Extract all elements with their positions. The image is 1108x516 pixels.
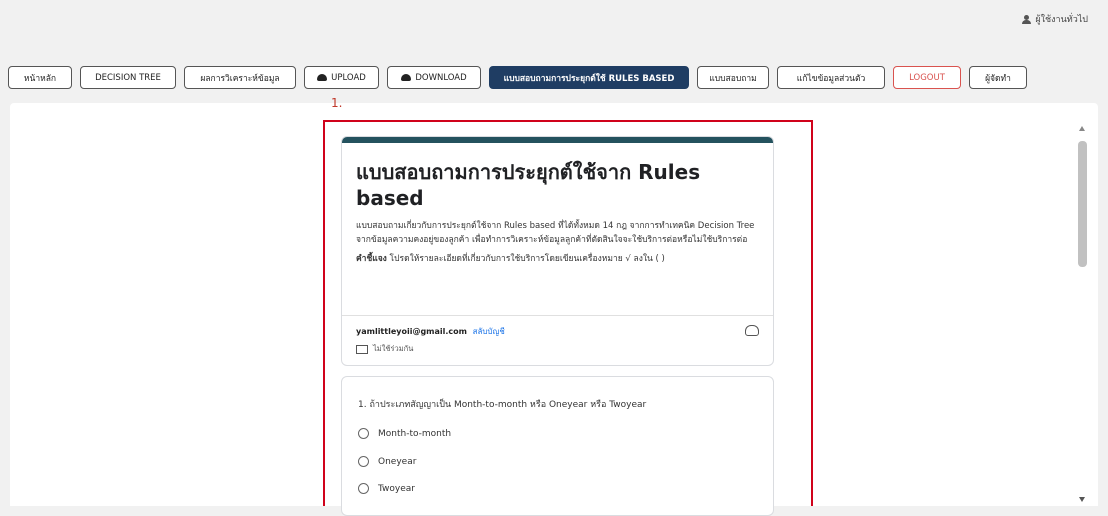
instructions-label: คำชี้แจง xyxy=(356,254,387,264)
user-menu[interactable]: ผู้ใช้งานทั่วไป xyxy=(1022,12,1088,26)
switch-account-link[interactable]: สลับบัญชี xyxy=(473,327,505,336)
option-oneyear[interactable]: Oneyear xyxy=(358,456,416,467)
option-label: Oneyear xyxy=(378,456,417,467)
nav-decision-tree-button[interactable]: DECISION TREE xyxy=(80,66,176,89)
nav-label: หน้าหลัก xyxy=(23,73,57,84)
nav-label: แก้ไขข้อมูลส่วนตัว xyxy=(796,73,866,84)
nav-label: LOGOUT xyxy=(909,72,945,83)
nav-home-button[interactable]: หน้าหลัก xyxy=(8,66,72,89)
form-accent-bar xyxy=(342,137,773,143)
nav-label: DOWNLOAD xyxy=(415,72,467,83)
top-nav: หน้าหลัก DECISION TREE ผลการวิเคราะห์ข้อ… xyxy=(8,66,1027,89)
user-label: ผู้ใช้งานทั่วไป xyxy=(1035,15,1088,25)
nav-analysis-button[interactable]: ผลการวิเคราะห์ข้อมูล xyxy=(184,66,296,89)
nav-download-button[interactable]: DOWNLOAD xyxy=(387,66,481,89)
nav-creators-button[interactable]: ผู้จัดทำ xyxy=(969,66,1027,89)
nav-label: แบบสอบถามการประยุกต์ใช้ RULES BASED xyxy=(503,73,675,84)
nav-rules-survey-button[interactable]: แบบสอบถามการประยุกต์ใช้ RULES BASED xyxy=(489,66,689,89)
question-title: 1. ถ้าประเภทสัญญาเป็น Month-to-month หรื… xyxy=(358,400,647,410)
scroll-down-arrow-icon[interactable] xyxy=(1079,497,1085,502)
option-twoyear[interactable]: Twoyear xyxy=(358,483,415,494)
form-title: แบบสอบถามการประยุกต์ใช้จาก Rules based xyxy=(356,160,701,210)
nav-upload-button[interactable]: UPLOAD xyxy=(304,66,379,89)
cloud-download-icon xyxy=(401,74,412,81)
user-icon xyxy=(1022,14,1032,24)
account-email: yamlittleyoii@gmail.com xyxy=(356,327,468,336)
option-label: Month-to-month xyxy=(378,428,452,439)
scroll-up-arrow-icon[interactable] xyxy=(1079,126,1085,131)
nav-label: DECISION TREE xyxy=(95,72,161,83)
nav-label: UPLOAD xyxy=(331,72,366,83)
option-label: Twoyear xyxy=(378,483,415,494)
not-shared-row: ไม่ใช้ร่วมกัน xyxy=(356,343,413,355)
radio-button[interactable] xyxy=(358,428,369,439)
nav-label: ผู้จัดทำ xyxy=(985,73,1011,84)
nav-label: ผลการวิเคราะห์ข้อมูล xyxy=(200,73,280,84)
form-header-card: แบบสอบถามการประยุกต์ใช้จาก Rules based แ… xyxy=(341,136,774,366)
question-card: 1. ถ้าประเภทสัญญาเป็น Month-to-month หรื… xyxy=(341,376,774,516)
divider xyxy=(342,315,773,316)
cloud-upload-icon xyxy=(317,74,328,81)
radio-button[interactable] xyxy=(358,483,369,494)
nav-logout-button[interactable]: LOGOUT xyxy=(893,66,961,89)
form-instructions: คำชี้แจง โปรดให้รายละเอียดที่เกี่ยวกับกา… xyxy=(356,253,756,266)
scroll-thumb[interactable] xyxy=(1078,141,1087,267)
form-description: แบบสอบถามเกี่ยวกับการประยุกต์ใช้จาก Rule… xyxy=(356,221,755,245)
mail-icon xyxy=(356,344,368,354)
nav-edit-profile-button[interactable]: แก้ไขข้อมูลส่วนตัว xyxy=(777,66,885,89)
option-month-to-month[interactable]: Month-to-month xyxy=(358,428,451,439)
account-row: yamlittleyoii@gmail.com สลับบัญชี xyxy=(356,325,505,338)
cloud-save-icon xyxy=(745,325,759,336)
nav-survey-button[interactable]: แบบสอบถาม xyxy=(697,66,769,89)
instructions-text: โปรดให้รายละเอียดที่เกี่ยวกับการใช้บริกา… xyxy=(386,254,665,264)
scrollbar[interactable] xyxy=(1077,126,1088,506)
annotation-label: 1. xyxy=(331,96,343,110)
nav-label: แบบสอบถาม xyxy=(709,73,757,84)
radio-button[interactable] xyxy=(358,456,369,467)
not-shared-label: ไม่ใช้ร่วมกัน xyxy=(373,344,414,353)
